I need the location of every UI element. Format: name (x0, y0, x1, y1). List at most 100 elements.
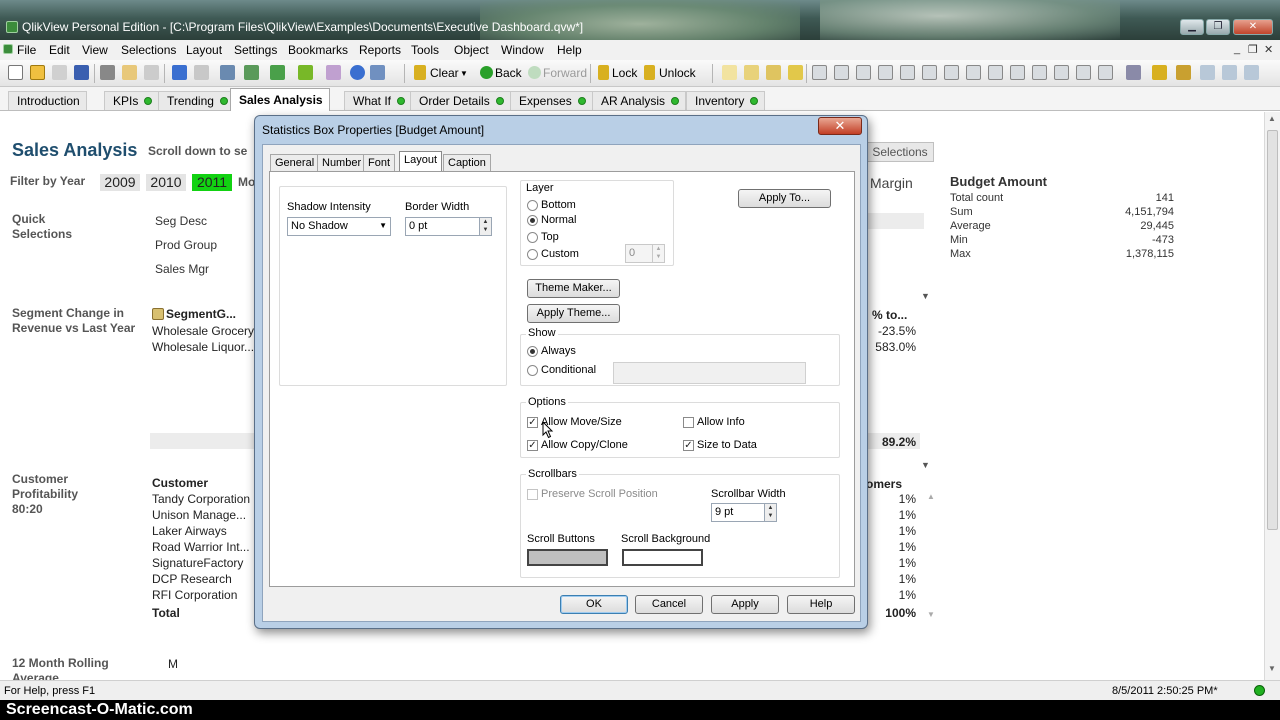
help-button[interactable]: Help (787, 595, 855, 614)
tab-expenses[interactable]: Expenses (510, 91, 593, 110)
align-center-icon[interactable] (1222, 65, 1237, 80)
clear-button[interactable]: Clear (430, 66, 459, 80)
scroll-down-icon[interactable]: ▼ (927, 610, 935, 619)
table-row[interactable]: SignatureFactory (152, 556, 243, 570)
table-row[interactable]: RFI Corporation (152, 588, 237, 602)
budget-box-title[interactable]: Budget Amount (950, 174, 1047, 189)
layer-normal-radio[interactable] (527, 215, 538, 226)
allow-info-checkbox[interactable] (683, 417, 694, 428)
mdi-restore-button[interactable]: ❐ (1248, 43, 1258, 56)
seg-desc-listbox[interactable]: Seg Desc (155, 214, 207, 228)
ok-button[interactable]: OK (560, 595, 628, 614)
table-row[interactable]: Unison Manage... (152, 508, 246, 522)
sales-mgr-listbox[interactable]: Sales Mgr (155, 262, 209, 276)
menu-help[interactable]: Help (557, 43, 582, 57)
redo-icon[interactable] (194, 65, 209, 80)
close-window-button[interactable]: ✕ (1233, 19, 1273, 35)
tab-inventory[interactable]: Inventory (686, 91, 766, 110)
tab-font[interactable]: Font (363, 154, 396, 171)
table-row[interactable]: Road Warrior Int... (152, 540, 250, 554)
scroll-up-icon[interactable]: ▲ (1268, 114, 1276, 123)
menu-settings[interactable]: Settings (234, 43, 277, 57)
border-width-stepper[interactable]: ▲ ▼ (479, 217, 492, 236)
lock-button[interactable]: Lock (612, 66, 637, 80)
clear-icon[interactable] (414, 65, 426, 80)
table-row[interactable]: Wholesale Liquor... (152, 340, 254, 354)
sheet-object-icon[interactable] (722, 65, 737, 80)
document-icon[interactable] (3, 44, 13, 54)
tab-general[interactable]: General (270, 154, 320, 171)
current-selections-icon[interactable] (944, 65, 959, 80)
table-row[interactable]: DCP Research (152, 572, 232, 586)
new-icon[interactable] (8, 65, 23, 80)
line-icon[interactable] (1010, 65, 1025, 80)
theme-maker-button[interactable]: Theme Maker... (527, 279, 620, 298)
size-to-data-checkbox[interactable]: ✓ (683, 440, 694, 451)
menu-view[interactable]: View (82, 43, 108, 57)
tab-sales-analysis[interactable]: Sales Analysis (230, 88, 330, 111)
apply-to-button[interactable]: Apply To... (738, 189, 831, 208)
scrollbar-width-stepper[interactable]: ▲ ▼ (764, 503, 777, 522)
bookmark-icon[interactable] (1054, 65, 1069, 80)
customer-column-header[interactable]: Customer (152, 476, 208, 490)
print-icon[interactable] (100, 65, 115, 80)
align-icon[interactable] (1176, 65, 1191, 80)
cancel-button[interactable]: Cancel (635, 595, 703, 614)
star-icon[interactable] (298, 65, 313, 80)
year-button-2010[interactable]: 2010 (146, 174, 186, 191)
minimize-window-button[interactable]: ▁ (1180, 19, 1204, 35)
expression-icon[interactable] (326, 65, 341, 80)
layer-custom-stepper[interactable]: ▲ ▼ (652, 244, 665, 263)
menu-reports[interactable]: Reports (359, 43, 401, 57)
cycle-group-icon[interactable] (152, 308, 164, 320)
listbox-icon[interactable] (812, 65, 827, 80)
text-icon[interactable] (988, 65, 1003, 80)
edit-icon[interactable] (144, 65, 159, 80)
menu-file[interactable]: File (17, 43, 36, 57)
tab-kpis[interactable]: KPIs (104, 91, 160, 110)
print-pdf-icon[interactable] (122, 65, 137, 80)
table-row[interactable]: Tandy Corporation (152, 492, 250, 506)
check-icon[interactable] (244, 65, 259, 80)
layer-custom-radio[interactable] (527, 249, 538, 260)
reload-icon[interactable] (52, 65, 67, 80)
search-icon[interactable] (220, 65, 235, 80)
tab-layout[interactable]: Layout (399, 151, 443, 172)
scroll-buttons-color-swatch[interactable] (527, 549, 608, 566)
maximize-window-button[interactable]: ❐ (1206, 19, 1230, 35)
menu-bookmarks[interactable]: Bookmarks (288, 43, 348, 57)
menu-edit[interactable]: Edit (49, 43, 70, 57)
button-icon[interactable] (966, 65, 981, 80)
unlock-button[interactable]: Unlock (659, 66, 696, 80)
slider-icon[interactable] (1032, 65, 1047, 80)
chevron-down-icon[interactable]: ▼ (921, 291, 930, 301)
help-icon[interactable] (350, 65, 365, 80)
menu-object[interactable]: Object (454, 43, 489, 57)
selections-button[interactable]: Selections (866, 142, 934, 162)
year-button-2009[interactable]: 2009 (100, 174, 140, 191)
sheet-object-icon[interactable] (744, 65, 759, 80)
table-row[interactable]: Laker Airways (152, 524, 227, 538)
sum-icon[interactable] (834, 65, 849, 80)
container-icon[interactable] (1098, 65, 1113, 80)
sheet-object-icon[interactable] (788, 65, 803, 80)
scroll-background-color-swatch[interactable] (622, 549, 703, 566)
allow-move-size-checkbox[interactable]: ✓ (527, 417, 538, 428)
undo-icon[interactable] (172, 65, 187, 80)
menu-window[interactable]: Window (501, 43, 544, 57)
table-icon[interactable] (878, 65, 893, 80)
help-pointer-icon[interactable] (370, 65, 385, 80)
chart-icon[interactable] (270, 65, 285, 80)
back-icon[interactable] (480, 66, 493, 79)
scroll-up-icon[interactable]: ▲ (927, 492, 935, 501)
layer-top-radio[interactable] (527, 232, 538, 243)
sheet-scrollbar[interactable]: ▲ ▼ (1264, 112, 1280, 680)
chevron-down-icon[interactable]: ▼ (921, 460, 930, 470)
apply-theme-button[interactable]: Apply Theme... (527, 304, 620, 323)
scrollbar-thumb[interactable] (1267, 130, 1278, 530)
align-left-icon[interactable] (1200, 65, 1215, 80)
table-row[interactable]: Wholesale Grocery (152, 324, 254, 338)
menu-tools[interactable]: Tools (411, 43, 439, 57)
dialog-close-button[interactable]: ✕ (818, 117, 862, 135)
apply-button[interactable]: Apply (711, 595, 779, 614)
